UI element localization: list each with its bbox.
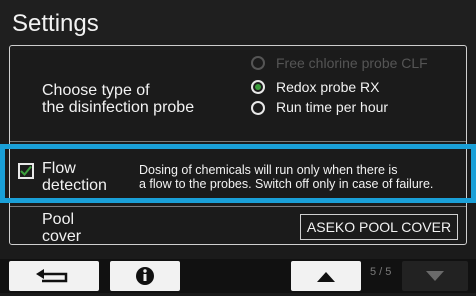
scroll-up-button[interactable]: [291, 261, 361, 291]
flow-detection-description: Dosing of chemicals will run only when t…: [139, 163, 433, 191]
radio-redox-label[interactable]: Redox probe RX: [276, 79, 380, 95]
back-button[interactable]: [9, 261, 99, 291]
disinfection-label: Choose type of the disinfection probe: [42, 82, 194, 116]
settings-screen: Settings Choose type of the disinfection…: [0, 0, 476, 293]
radio-run-time-label[interactable]: Run time per hour: [276, 99, 388, 115]
radio-redox[interactable]: [251, 80, 265, 94]
radio-free-chlorine-label: Free chlorine probe CLF: [276, 55, 428, 71]
radio-free-chlorine: [251, 56, 265, 70]
disinfection-label-line1: Choose type of: [42, 82, 150, 99]
flow-detection-checkbox[interactable]: [18, 163, 34, 179]
up-arrow-icon: [317, 272, 335, 282]
flow-detection-label: Flow detection: [42, 160, 107, 194]
flow-detection-label-line2: detection: [42, 177, 107, 194]
flow-detection-desc-line1: Dosing of chemicals will run only when t…: [139, 163, 398, 177]
info-icon: [136, 267, 154, 285]
scroll-down-button[interactable]: [402, 261, 468, 291]
pool-cover-label: Pool cover: [42, 211, 81, 245]
page-indicator: 5 / 5: [370, 266, 392, 278]
title-bar: Settings: [0, 0, 476, 50]
separator: [10, 141, 466, 142]
separator: [10, 206, 466, 207]
flow-detection-label-line1: Flow: [42, 160, 76, 177]
disinfection-label-line2: the disinfection probe: [42, 99, 195, 116]
checkmark-icon: [20, 165, 32, 176]
radio-run-time[interactable]: [251, 101, 265, 115]
back-icon: [36, 269, 68, 283]
pool-cover-label-line2: cover: [42, 228, 82, 245]
aseko-pool-cover-button[interactable]: ASEKO POOL COVER: [300, 214, 458, 240]
flow-detection-desc-line2: a flow to the probes. Switch off only in…: [139, 177, 434, 191]
info-button[interactable]: [110, 261, 180, 291]
pool-cover-label-line1: Pool: [42, 211, 75, 228]
down-arrow-icon: [426, 271, 444, 281]
page-title: Settings: [12, 10, 99, 37]
